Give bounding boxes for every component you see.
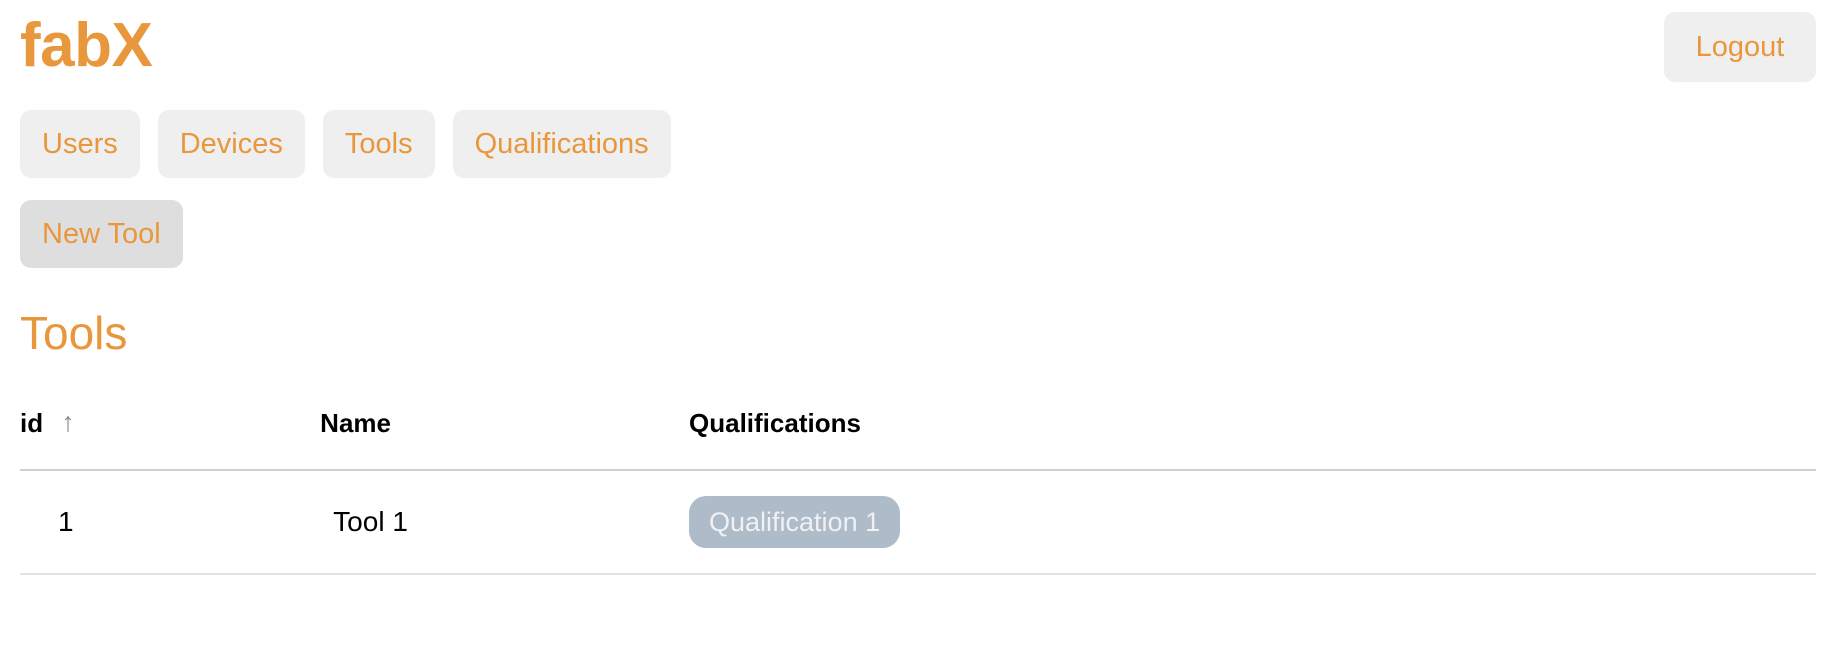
cell-name: Tool 1 bbox=[320, 470, 689, 575]
tools-table: id ↑ Name Qualifications 1 Tool 1 Qualif… bbox=[20, 385, 1816, 575]
tools-page: fabX Logout Users Devices Tools Qualific… bbox=[0, 0, 1836, 670]
column-header-id-label: id bbox=[20, 408, 44, 438]
nav-item-devices[interactable]: Devices bbox=[157, 110, 305, 178]
app-logo: fabX bbox=[20, 11, 153, 80]
qualification-chip[interactable]: Qualification 1 bbox=[689, 496, 901, 548]
column-header-id[interactable]: id ↑ bbox=[20, 385, 321, 471]
new-tool-button[interactable]: New Tool bbox=[20, 200, 183, 268]
nav-item-qualifications[interactable]: Qualifications bbox=[452, 110, 671, 178]
nav-item-tools[interactable]: Tools bbox=[322, 110, 435, 178]
column-header-qualifications[interactable]: Qualifications bbox=[689, 385, 1816, 471]
column-header-name[interactable]: Name bbox=[320, 385, 689, 471]
page-title: Tools bbox=[20, 307, 128, 359]
tools-table-body: 1 Tool 1 Qualification 1 bbox=[20, 470, 1816, 575]
main-navigation: Users Devices Tools Qualifications bbox=[20, 110, 671, 178]
table-row[interactable]: 1 Tool 1 Qualification 1 bbox=[20, 470, 1816, 575]
cell-id: 1 bbox=[20, 470, 321, 575]
nav-item-users[interactable]: Users bbox=[20, 110, 140, 178]
table-header-row: id ↑ Name Qualifications bbox=[20, 385, 1816, 471]
app-header: fabX Logout bbox=[0, 0, 1836, 98]
tools-table-head: id ↑ Name Qualifications bbox=[20, 385, 1816, 471]
cell-qualifications: Qualification 1 bbox=[689, 470, 1816, 575]
arrow-up-icon: ↑ bbox=[61, 407, 75, 437]
logout-button[interactable]: Logout bbox=[1664, 12, 1816, 82]
action-toolbar: New Tool bbox=[20, 200, 183, 268]
